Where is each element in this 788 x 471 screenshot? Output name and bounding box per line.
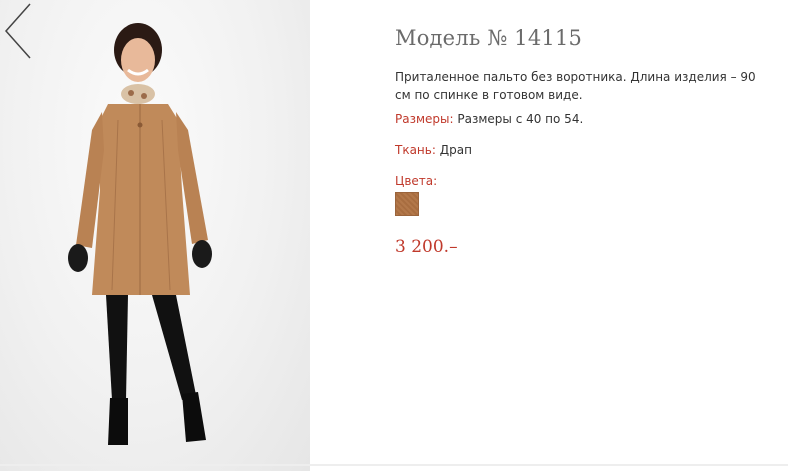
divider: [0, 464, 788, 466]
fabric-row: Ткань: Драп: [395, 141, 775, 159]
product-description: Приталенное пальто без воротника. Длина …: [395, 70, 756, 102]
sizes-row: Размеры: Размеры с 40 по 54.: [395, 110, 775, 128]
product-photo: [0, 0, 310, 471]
sizes-value: Размеры с 40 по 54.: [457, 112, 584, 126]
fabric-label: Ткань:: [395, 143, 436, 157]
product-info: Модель № 14115 Приталенное пальто без во…: [395, 26, 775, 257]
page-title: Модель № 14115: [395, 26, 583, 50]
sizes-label: Размеры:: [395, 112, 454, 126]
model-figure: [68, 23, 212, 445]
color-swatch-camel[interactable]: [395, 192, 419, 216]
fabric-value: Драп: [439, 143, 472, 157]
chevron-left-icon[interactable]: [0, 0, 34, 66]
colors-label: Цвета:: [395, 174, 438, 188]
price: 3 200.–: [395, 237, 458, 257]
colors-row: Цвета:: [395, 172, 775, 190]
